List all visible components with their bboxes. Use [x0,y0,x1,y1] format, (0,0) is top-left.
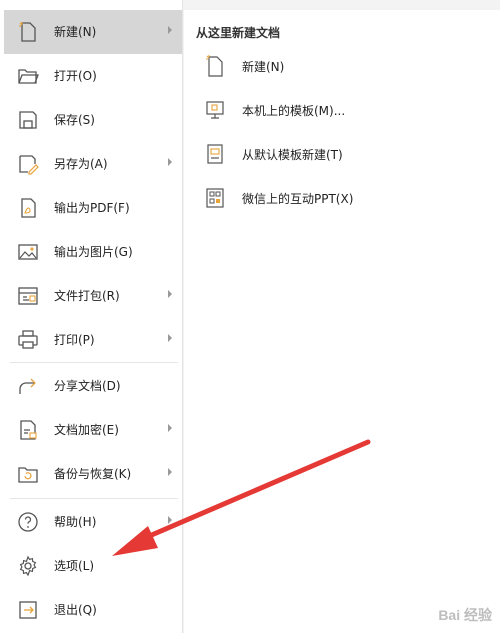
menu-item-label: 文档加密(E) [54,423,119,437]
panel-title: 从这里新建文档 [196,26,281,40]
help-icon [16,510,40,534]
menu-item-label: 分享文档(D) [54,379,121,393]
chevron-right-icon [168,158,172,166]
menu-item-package[interactable]: 文件打包(R) [0,274,182,318]
export-pdf-icon [16,196,40,220]
chevron-right-icon [168,468,172,476]
chevron-right-icon [168,516,172,524]
menu-item-new[interactable]: 新建(N) [4,10,182,54]
panel-item-label: 从默认模板新建(T) [242,148,343,162]
menu-item-open[interactable]: 打开(O) [0,54,182,98]
blank-doc-icon [204,54,226,78]
wechat-ppt-icon [204,186,226,210]
export-image-icon [16,240,40,264]
menu-item-options[interactable]: 选项(L) [0,544,182,588]
menu-item-label: 打印(P) [54,333,95,347]
menu-item-label: 备份与恢复(K) [54,467,132,481]
panel-item-new-blank[interactable]: 新建(N) [184,46,500,86]
menu-item-label: 选项(L) [54,559,95,573]
menu-item-export-pdf[interactable]: 输出为PDF(F) [0,186,182,230]
panel-item-label: 微信上的互动PPT(X) [242,192,354,206]
menu-item-label: 输出为PDF(F) [54,201,130,215]
new-document-panel: 从这里新建文档 新建(N) 本机上的模板(M)... 从默认模板新建(T) 微信… [184,10,500,633]
package-icon [16,284,40,308]
menu-item-encrypt[interactable]: 文档加密(E) [0,408,182,452]
panel-item-local-template[interactable]: 本机上的模板(M)... [184,90,500,130]
menu-item-save-as[interactable]: 另存为(A) [0,142,182,186]
menu-item-export-image[interactable]: 输出为图片(G) [0,230,182,274]
chevron-right-icon [168,424,172,432]
menu-item-print[interactable]: 打印(P) [0,318,182,362]
menu-item-help[interactable]: 帮助(H) [0,500,182,544]
panel-item-label: 本机上的模板(M)... [242,104,346,118]
menu-item-backup[interactable]: 备份与恢复(K) [0,452,182,496]
chevron-right-icon [168,334,172,342]
save-icon [16,108,40,132]
menu-divider [10,498,178,499]
default-template-icon [204,142,226,166]
panel-item-default-template[interactable]: 从默认模板新建(T) [184,134,500,174]
new-doc-icon [16,20,40,44]
menu-item-label: 保存(S) [54,113,95,127]
menu-item-label: 帮助(H) [54,515,97,529]
menu-item-label: 打开(O) [54,69,97,83]
menu-item-label: 文件打包(R) [54,289,120,303]
menu-item-exit[interactable]: 退出(Q) [0,588,182,632]
panel-item-label: 新建(N) [242,60,285,74]
encrypt-doc-icon [16,418,40,442]
save-as-icon [16,152,40,176]
menu-item-share[interactable]: 分享文档(D) [0,364,182,408]
menu-item-label: 新建(N) [54,25,97,39]
menu-item-label: 输出为图片(G) [54,245,133,259]
local-template-icon [204,98,226,122]
print-icon [16,328,40,352]
backup-icon [16,462,40,486]
share-icon [16,374,40,398]
gear-icon [16,554,40,578]
panel-item-wechat-ppt[interactable]: 微信上的互动PPT(X) [184,178,500,218]
chevron-right-icon [168,26,172,34]
watermark: Bai 经验 [438,607,492,623]
exit-icon [16,598,40,622]
menu-item-save[interactable]: 保存(S) [0,98,182,142]
menu-item-label: 另存为(A) [54,157,108,171]
chevron-right-icon [168,290,172,298]
file-menu: 新建(N) 打开(O) 保存(S) 另存为(A) 输出为PDF(F) 输出为图片 [0,0,183,633]
menu-divider [10,362,178,363]
menu-item-label: 退出(Q) [54,603,97,617]
folder-open-icon [16,64,40,88]
